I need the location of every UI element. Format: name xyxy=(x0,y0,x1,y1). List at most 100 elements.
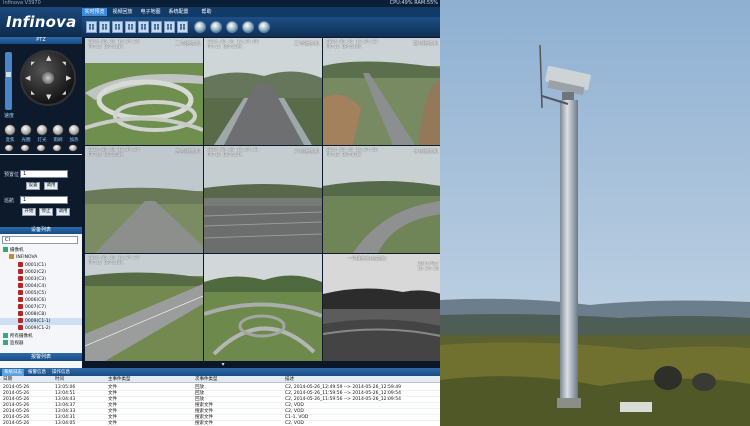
ptz-center-icon[interactable] xyxy=(42,72,54,84)
log-time: 13:04:05 xyxy=(55,421,76,426)
tree-camera[interactable]: 0003(C3) xyxy=(0,276,82,283)
camera-name: 四号摄像机 xyxy=(412,41,438,47)
ptz-extra-icon[interactable] xyxy=(20,144,30,152)
osd-info: 2014-05-26 16:34:22 FR=15 BR=511K xyxy=(88,40,139,50)
camera-label: 0009(C1-2) xyxy=(25,326,51,331)
layout-10-icon[interactable] xyxy=(151,21,162,33)
tree-camera[interactable]: 0006(C6) xyxy=(0,297,82,304)
arrow-up-left-icon[interactable]: ◤ xyxy=(31,61,35,68)
tab-help[interactable]: 帮助 xyxy=(194,8,219,16)
camera-label: 0001(C1) xyxy=(25,263,46,268)
preset-set-button[interactable]: 设置 xyxy=(26,182,40,190)
camera-label: 0006(C6) xyxy=(25,298,46,303)
record-icon[interactable] xyxy=(194,21,206,33)
tree-camera[interactable]: 0001(C1) xyxy=(0,262,82,269)
arrow-up-icon[interactable]: ▲ xyxy=(46,55,51,62)
log-row[interactable]: 2014-05-26 13:04:05 文件 搜索文件 C2, VOD xyxy=(0,420,440,426)
layout-16-icon[interactable] xyxy=(177,21,188,33)
osd-rate: FR=15 BR=529K xyxy=(207,45,243,50)
video-frame xyxy=(204,254,322,361)
cruise-call-button[interactable]: 调用 xyxy=(56,208,70,216)
chevron-down-icon[interactable]: ▾ xyxy=(218,361,228,368)
cruise-start-button[interactable]: 开始 xyxy=(22,208,36,216)
layout-9-icon[interactable] xyxy=(138,21,149,33)
preset-call-button[interactable]: 调用 xyxy=(44,182,58,190)
arrow-down-icon[interactable]: ▼ xyxy=(46,94,51,101)
video-cell[interactable]: 2014-05-26 16:34:22 FR=15 BR=518K xyxy=(85,254,203,361)
layout-8-icon[interactable] xyxy=(125,21,136,33)
tab-live-view[interactable]: 实时预览 xyxy=(82,8,107,16)
tree-camera[interactable]: 0009(C1-2) xyxy=(0,325,82,332)
video-cell[interactable]: 2014-05-26 16:34:24 FR=15 BR=550K 五号摄像机 xyxy=(85,146,203,253)
tab-playback[interactable]: 视频回放 xyxy=(110,8,135,16)
tree-camera[interactable]: 0007(C7) xyxy=(0,304,82,311)
alarm-list-title[interactable]: 报警列表 xyxy=(0,353,82,361)
arrow-right-icon[interactable]: ▶ xyxy=(66,75,71,82)
arrow-down-right-icon[interactable]: ◢ xyxy=(62,90,66,97)
layout-13-icon[interactable] xyxy=(164,21,175,33)
video-cell[interactable]: 2014-05-26 16:34:22 FR=15 BR=511K 二号摄像机 xyxy=(85,38,203,145)
ptz-label: 光圈 xyxy=(21,138,31,143)
arrow-down-left-icon[interactable]: ◣ xyxy=(31,90,35,97)
layout-4-icon[interactable] xyxy=(99,21,110,33)
camera-name: 一号摄像机(热成像) xyxy=(347,257,387,262)
cruise-label: 巡航 xyxy=(4,198,15,204)
video-cell-selected[interactable] xyxy=(204,254,322,361)
layout-6-icon[interactable] xyxy=(112,21,123,33)
focus-icon[interactable] xyxy=(4,144,14,152)
tree-camera[interactable]: 0008(C8) xyxy=(0,311,82,318)
ptz-extra-icon[interactable] xyxy=(52,144,62,152)
arrow-left-icon[interactable]: ◀ xyxy=(25,75,30,82)
ptz-button-row-1 xyxy=(3,124,81,136)
tree-camera[interactable]: 0002(C2) xyxy=(0,269,82,276)
iris-icon[interactable] xyxy=(20,124,32,136)
tree-group[interactable]: 所有摄像机 xyxy=(0,333,82,340)
tree-camera[interactable]: 0005(C5) xyxy=(0,290,82,297)
cruise-stop-button[interactable]: 停止 xyxy=(39,208,53,216)
layout-1-icon[interactable] xyxy=(86,21,97,33)
stop-all-icon[interactable] xyxy=(258,21,270,33)
left-panel: PTZ 速度 ▲ ▼ ◀ ▶ ◤ ◥ ◣ ◢ 变焦 光圈 灯光 雨刷 加热 预置… xyxy=(0,37,82,390)
tree-camera-selected[interactable]: 0009(C1-1) xyxy=(0,318,82,325)
device-filter-select[interactable]: CI xyxy=(2,236,78,244)
device-list-title: 设备列表 xyxy=(0,227,82,234)
arrow-up-right-icon[interactable]: ◥ xyxy=(62,61,66,68)
ptz-control: 速度 ▲ ▼ ◀ ▶ ◤ ◥ ◣ ◢ 变焦 光圈 灯光 雨刷 加热 xyxy=(0,44,82,154)
ptz-extra-icon[interactable] xyxy=(68,144,78,152)
tab-operation-info[interactable]: 操作信息 xyxy=(50,369,72,376)
video-frame xyxy=(204,146,322,253)
cruise-select[interactable]: 1 xyxy=(20,196,68,204)
log-date: 2014-05-26 xyxy=(3,421,30,426)
ptz-button-row-2 xyxy=(3,144,81,152)
video-cell[interactable]: 2014-05-26 16:34:08 FR=15 BR=529K 三号摄像机 xyxy=(204,38,322,145)
video-grid: 2014-05-26 16:34:22 FR=15 BR=511K 二号摄像机 2… xyxy=(84,37,440,361)
ptz-direction-pad[interactable]: ▲ ▼ ◀ ▶ ◤ ◥ ◣ ◢ xyxy=(20,50,76,106)
col-date: 日期 xyxy=(3,377,12,382)
preset-select[interactable]: 1 xyxy=(20,170,68,178)
video-cell[interactable]: 2014-05-26 16:34:26 FR=15 BR=451K 七号摄像机 xyxy=(323,146,440,253)
tree-camera[interactable]: 0004(C4) xyxy=(0,283,82,290)
light-icon[interactable] xyxy=(36,124,48,136)
video-frame xyxy=(323,146,440,253)
camera-name: 五号摄像机 xyxy=(174,149,200,155)
snapshot-icon[interactable] xyxy=(210,21,222,33)
tab-system-log[interactable]: 系统日志 xyxy=(2,369,24,376)
talk-icon[interactable] xyxy=(242,21,254,33)
tree-nvr[interactable]: INFINOVA xyxy=(0,254,82,261)
video-cell[interactable]: 一号摄像机(热成像) 2014/05/ 16:34:25 xyxy=(323,254,440,361)
heater-icon[interactable] xyxy=(68,124,80,136)
osd-rate: FR=15 BR=514K xyxy=(326,45,362,50)
audio-icon[interactable] xyxy=(226,21,238,33)
tree-group[interactable]: 监视器 xyxy=(0,340,82,347)
zoom-icon[interactable] xyxy=(4,124,16,136)
tab-config[interactable]: 系统配置 xyxy=(166,8,191,16)
tab-emap[interactable]: 电子地图 xyxy=(138,8,163,16)
video-cell[interactable]: 2014-05-26 16:34:11 FR=15 BR=514K 六号摄像机 xyxy=(204,146,322,253)
video-cell[interactable]: 2014-05-26 16:34:23 FR=15 BR=514K 四号摄像机 xyxy=(323,38,440,145)
tab-alarm-info[interactable]: 报警信息 xyxy=(26,369,48,376)
ptz-extra-icon[interactable] xyxy=(36,144,46,152)
folder-icon xyxy=(3,333,8,338)
tree-root[interactable]: 摄像机 xyxy=(0,247,82,254)
speed-slider[interactable] xyxy=(5,52,12,110)
wiper-icon[interactable] xyxy=(52,124,64,136)
